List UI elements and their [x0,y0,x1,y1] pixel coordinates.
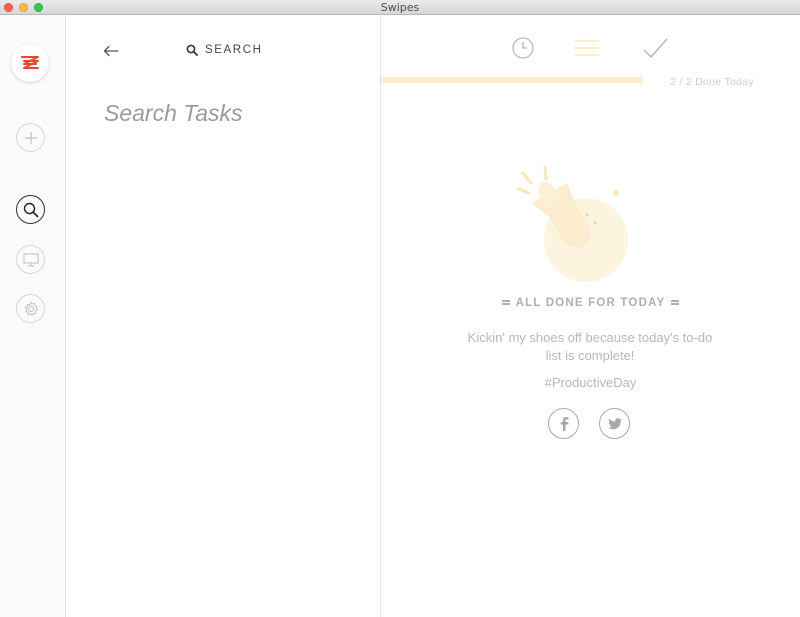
checkmark-icon [643,38,668,59]
heading-bars-right [671,300,680,306]
trumpet-illustration-icon [517,165,628,282]
swipes-logo-icon[interactable] [11,44,49,82]
list-icon [575,40,599,56]
tab-now[interactable] [574,35,600,61]
tab-schedule[interactable] [510,35,536,61]
search-panel: SEARCH [67,15,381,617]
share-facebook-button[interactable] [548,408,579,439]
title-bar: Swipes [0,0,800,15]
search-icon [186,44,198,56]
progress-bar [381,77,643,83]
sidebar-rail [0,15,66,617]
hashtag-text: #ProductiveDay [544,375,637,390]
gear-icon [24,300,38,316]
back-button[interactable] [101,42,121,60]
search-header-label: SEARCH [205,44,263,56]
facebook-icon [560,416,568,431]
app-window: Swipes SEARCH Search Tasks 2 / 2 Done To… [0,0,800,617]
workspace-button[interactable] [16,245,45,274]
heading-bars-left [501,300,510,306]
share-twitter-button[interactable] [599,408,630,439]
all-done-heading-text: ALL DONE FOR TODAY [515,297,666,309]
search-input[interactable] [104,95,364,131]
window-title: Swipes [380,1,420,14]
monitor-icon [22,252,39,267]
all-done-heading: ALL DONE FOR TODAY [381,297,800,309]
add-task-button[interactable] [16,123,45,152]
progress-label: 2 / 2 Done Today [670,76,754,88]
all-done-message: Kickin' my shoes off because today's to-… [467,330,713,363]
tab-done[interactable] [642,35,668,61]
settings-button[interactable] [16,294,45,323]
search-button[interactable] [16,195,45,224]
search-icon [23,202,38,217]
main-content-dimmed: 2 / 2 Done Today ALL DONE FOR TODAY Kick… [381,15,800,617]
main-area: 2 / 2 Done Today ALL DONE FOR TODAY Kick… [381,15,800,617]
plus-icon [24,131,37,144]
twitter-icon [607,417,622,429]
clock-icon [512,37,534,59]
arrow-left-icon [103,45,119,57]
search-header: SEARCH [186,44,263,56]
